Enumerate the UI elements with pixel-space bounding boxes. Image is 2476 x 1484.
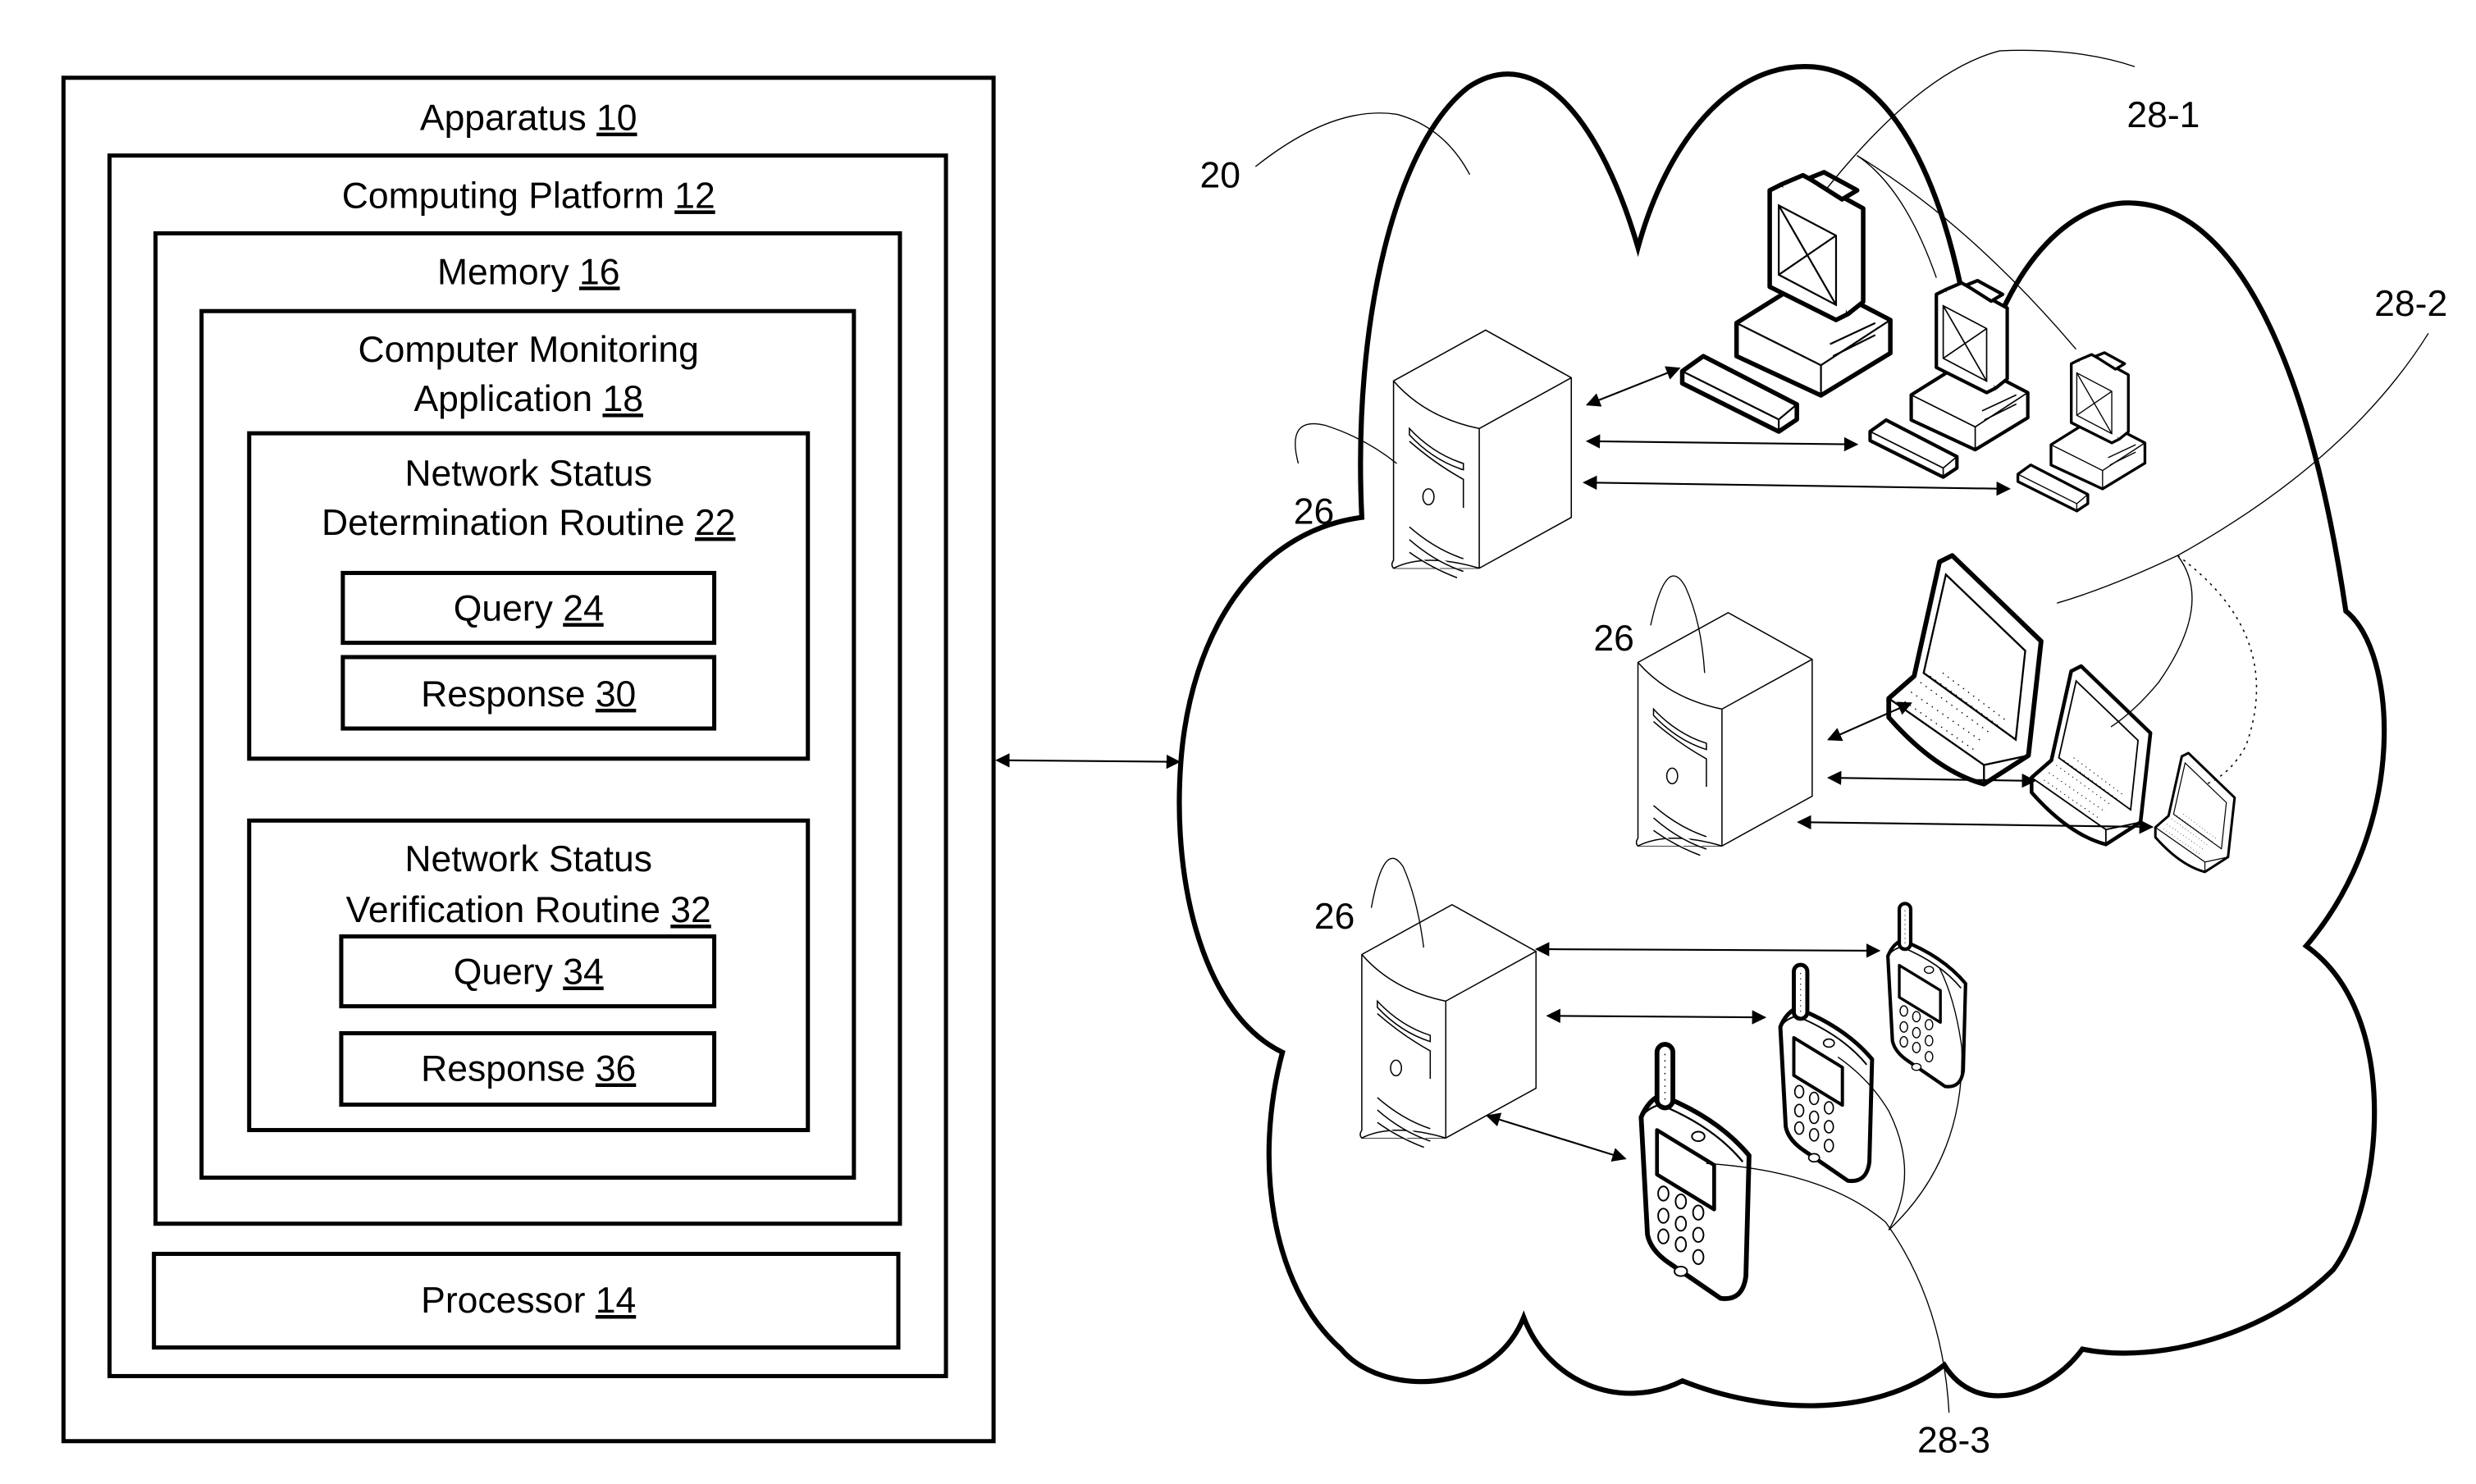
- monitoring-application-label-line1: Computer Monitoring: [359, 330, 699, 370]
- phone-group-ref-label: 28-3: [1917, 1420, 1990, 1460]
- computing-platform-label: Computing Platform 12: [342, 176, 715, 216]
- response-36-label: Response 36: [421, 1049, 636, 1089]
- determination-routine-label-line2: Determination Routine 22: [322, 503, 735, 543]
- query-34-label: Query 34: [454, 952, 604, 993]
- verification-routine-label-line2: Verification Routine 32: [346, 890, 711, 930]
- verification-routine-label-line1: Network Status: [404, 839, 652, 879]
- apparatus-network-link-arrow: [995, 753, 1181, 769]
- query-24-label: Query 24: [454, 588, 604, 628]
- memory-label: Memory 16: [437, 252, 619, 292]
- monitoring-application-label-line2: Application 18: [413, 379, 642, 419]
- server-3-ref-label: 26: [1314, 897, 1354, 937]
- laptop-group-ref-label: 28-2: [2374, 284, 2447, 324]
- patent-figure: Apparatus 10 Computing Platform 12 Memor…: [61, 49, 2447, 1460]
- server-1-ref-label: 26: [1294, 491, 1334, 532]
- apparatus-block: Apparatus 10 Computing Platform 12 Memor…: [61, 75, 996, 1444]
- desktop-group-ref-label: 28-1: [2127, 95, 2200, 135]
- determination-routine-label-line1: Network Status: [404, 454, 652, 494]
- network-ref-label: 20: [1200, 155, 1240, 195]
- processor-label: Processor 14: [421, 1281, 636, 1321]
- server-2-ref-label: 26: [1593, 619, 1633, 659]
- response-30-label: Response 30: [421, 674, 636, 715]
- apparatus-label: Apparatus 10: [420, 98, 637, 139]
